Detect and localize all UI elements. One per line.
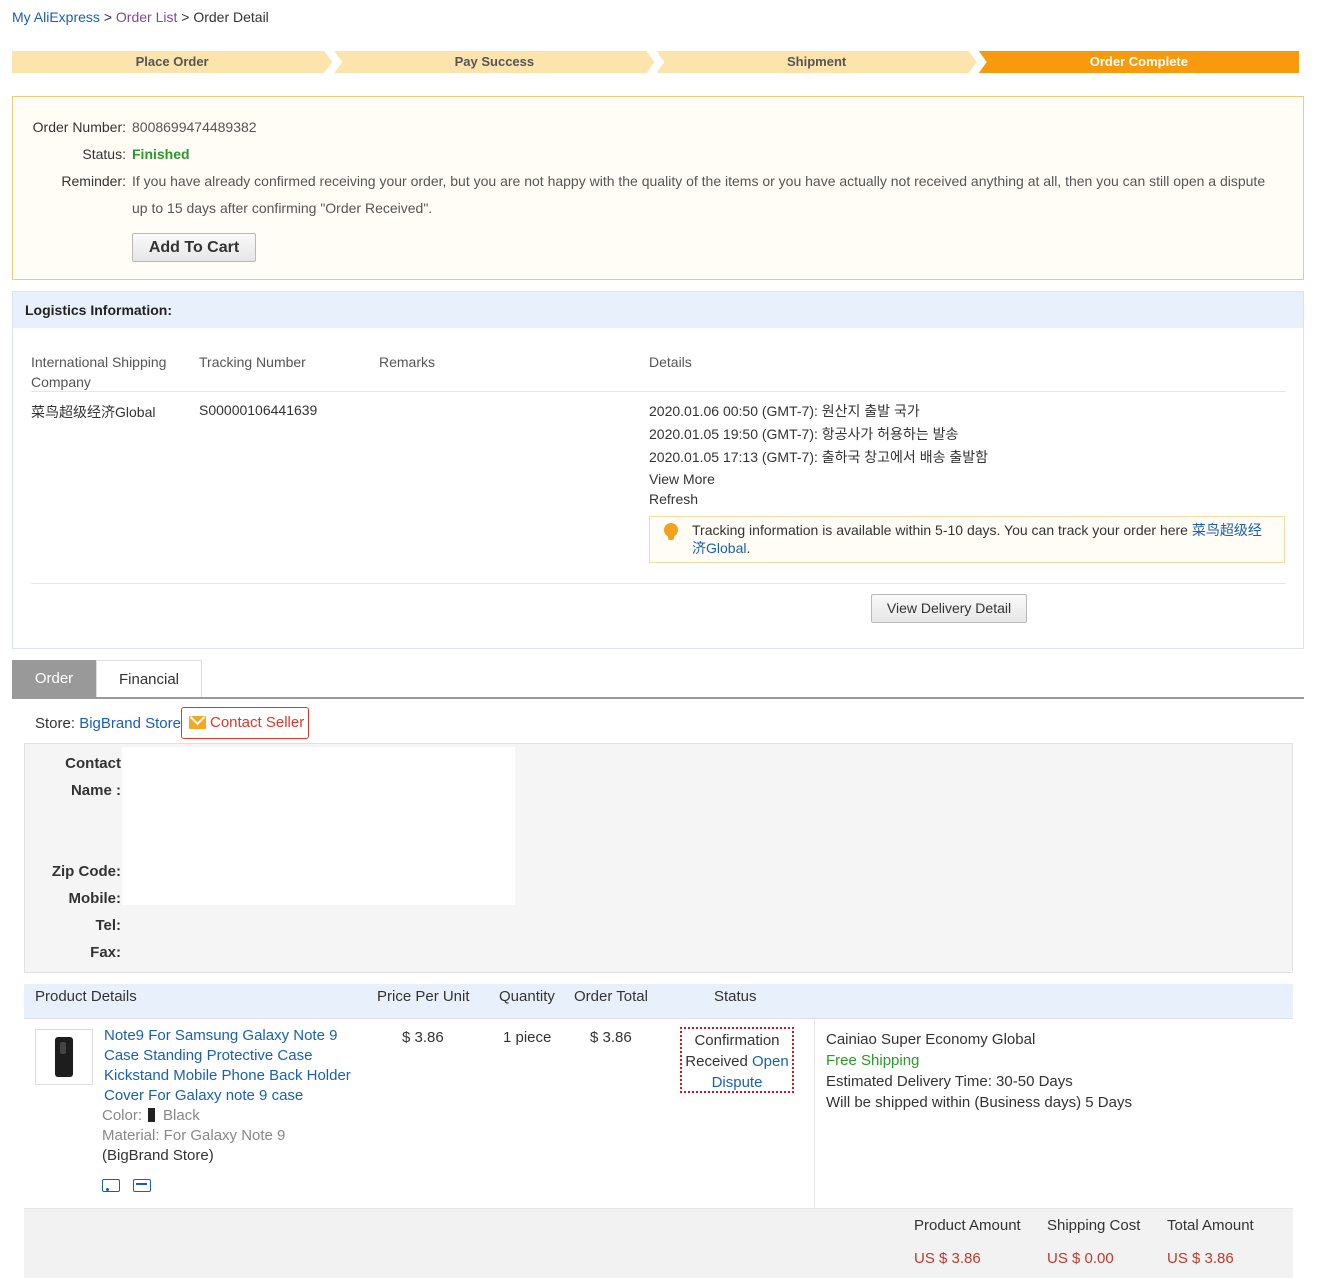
tracking-event: 2020.01.05 17:13 (GMT-7): 출하국 창고에서 배송 출발…: [649, 449, 988, 465]
order-status-box: Confirmation Received Open Dispute: [680, 1027, 794, 1093]
tracking-number-value: S00000106441639: [199, 402, 318, 418]
tip-text: Tracking information is available within…: [692, 522, 1192, 538]
product-color: Color: Black: [102, 1106, 200, 1126]
color-label: Color:: [102, 1107, 143, 1124]
column-divider: [814, 1019, 815, 1209]
tracking-tip: Tracking information is available within…: [649, 516, 1285, 563]
header-price-per-unit: Price Per Unit: [377, 988, 470, 1005]
divider: [31, 583, 1286, 584]
step-place-order: Place Order: [12, 51, 332, 73]
dispute-link[interactable]: Dispute: [682, 1072, 792, 1093]
fax-label: Fax:: [90, 944, 121, 961]
breadcrumb-separator: >: [181, 9, 190, 25]
address-redacted-area: [122, 747, 515, 905]
order-totals: Product Amount Shipping Cost Total Amoun…: [24, 1209, 1293, 1278]
tip-end: .: [746, 540, 751, 556]
order-number-value: 8008699474489382: [132, 119, 257, 135]
product-table-header: Product Details Price Per Unit Quantity …: [24, 984, 1293, 1019]
open-dispute-link[interactable]: Open: [752, 1053, 789, 1070]
total-amount-value: US $ 3.86: [1167, 1250, 1234, 1267]
product-thumbnail[interactable]: [35, 1029, 93, 1085]
tel-label: Tel:: [95, 917, 121, 934]
lightbulb-icon: [664, 523, 678, 540]
product-title-link[interactable]: Note9 For Samsung Galaxy Note 9 Case Sta…: [104, 1026, 354, 1106]
header-quantity: Quantity: [499, 988, 555, 1005]
quantity: 1 piece: [503, 1029, 552, 1046]
contact-name-label-line2: Name :: [70, 782, 121, 799]
ship-within: Will be shipped within (Business days) 5…: [826, 1094, 1132, 1111]
shipping-cost-label: Shipping Cost: [1047, 1217, 1141, 1234]
shipping-company-value: 菜鸟超级经济Global: [31, 404, 156, 420]
breadcrumb-my-aliexpress[interactable]: My AliExpress: [12, 9, 100, 25]
shipping-info: Cainiao Super Economy Global Free Shippi…: [826, 1029, 1132, 1113]
product-amount-value: US $ 3.86: [914, 1250, 981, 1267]
logistics-title: Logistics Information:: [13, 292, 1303, 328]
view-more-link[interactable]: View More: [649, 469, 988, 489]
refresh-link[interactable]: Refresh: [649, 489, 988, 509]
envelope-icon: [189, 716, 206, 729]
header-product-details: Product Details: [35, 988, 137, 1005]
breadcrumb-separator: >: [103, 9, 112, 25]
product-row: Note9 For Samsung Galaxy Note 9 Case Sta…: [24, 1019, 1293, 1209]
header-status: Status: [714, 988, 757, 1005]
free-shipping: Free Shipping: [826, 1052, 920, 1069]
product-amount-label: Product Amount: [914, 1217, 1021, 1234]
tracking-event: 2020.01.06 00:50 (GMT-7): 원산지 출발 국가: [649, 403, 920, 419]
zip-code-label: Zip Code:: [51, 863, 121, 880]
order-progress-steps: Place Order Pay Success Shipment Order C…: [12, 51, 1299, 73]
shipping-cost-value: US $ 0.00: [1047, 1250, 1114, 1267]
unit-price: $ 3.86: [402, 1029, 444, 1046]
shipping-method: Cainiao Super Economy Global: [826, 1031, 1036, 1048]
store-name-link[interactable]: BigBrand Store: [79, 715, 181, 732]
store-line: Store: BigBrand Store: [35, 715, 181, 732]
estimated-delivery: Estimated Delivery Time: 30-50 Days: [826, 1073, 1073, 1090]
contact-seller-button[interactable]: Contact Seller: [181, 707, 309, 739]
product-material: Material: For Galaxy Note 9: [102, 1127, 286, 1144]
divider: [31, 391, 1286, 392]
phone-case-image: [55, 1037, 73, 1077]
breadcrumb-order-list[interactable]: Order List: [116, 9, 177, 25]
mobile-label: Mobile:: [68, 890, 122, 907]
truck-icon[interactable]: [102, 1179, 120, 1192]
status-confirmation: Confirmation: [694, 1032, 780, 1049]
order-number-label: Order Number:: [32, 119, 126, 135]
return-icon[interactable]: [132, 1179, 151, 1192]
color-value: Black: [163, 1107, 200, 1124]
step-order-complete: Order Complete: [978, 51, 1299, 73]
tab-financial[interactable]: Financial: [96, 660, 202, 697]
tracking-event: 2020.01.05 19:50 (GMT-7): 항공사가 허용하는 발송: [649, 426, 959, 442]
step-pay-success: Pay Success: [334, 51, 654, 73]
total-amount-label: Total Amount: [1167, 1217, 1254, 1234]
col-tracking-number: Tracking Number: [199, 354, 306, 370]
status-received: Received: [685, 1053, 748, 1070]
col-remarks: Remarks: [379, 354, 436, 370]
status-label: Status:: [82, 146, 126, 162]
product-action-icons: [102, 1179, 160, 1195]
store-label: Store:: [35, 715, 76, 732]
reminder-text: If you have already confirmed receiving …: [132, 173, 1266, 216]
status-value: Finished: [132, 146, 190, 162]
add-to-cart-button[interactable]: Add To Cart: [132, 233, 256, 262]
order-summary-box: Order Number: 8008699474489382 Status: F…: [12, 96, 1304, 280]
order-tabs: Order Financial: [12, 660, 1304, 699]
shipping-address: Contact Name : Zip Code: Mobile: Tel: Fa…: [24, 743, 1293, 973]
status-received-line: Received Open: [682, 1051, 792, 1072]
col-details: Details: [649, 354, 692, 370]
breadcrumb-current: Order Detail: [193, 9, 269, 25]
color-swatch: [148, 1108, 156, 1122]
contact-name-label-line1: Contact: [65, 755, 121, 772]
reminder-label: Reminder:: [61, 173, 126, 189]
product-store: (BigBrand Store): [102, 1147, 214, 1164]
step-shipment: Shipment: [657, 51, 977, 73]
tab-order[interactable]: Order: [12, 660, 96, 697]
view-delivery-detail-button[interactable]: View Delivery Detail: [871, 594, 1027, 623]
header-order-total: Order Total: [574, 988, 648, 1005]
col-shipping-company: International Shipping Company: [31, 354, 167, 390]
contact-seller-label: Contact Seller: [210, 714, 305, 731]
logistics-panel: Logistics Information: International Shi…: [12, 291, 1304, 649]
order-total: $ 3.86: [590, 1029, 632, 1046]
tracking-details: 2020.01.06 00:50 (GMT-7): 원산지 출발 국가 2020…: [649, 400, 988, 509]
breadcrumb: My AliExpress > Order List > Order Detai…: [12, 9, 269, 25]
